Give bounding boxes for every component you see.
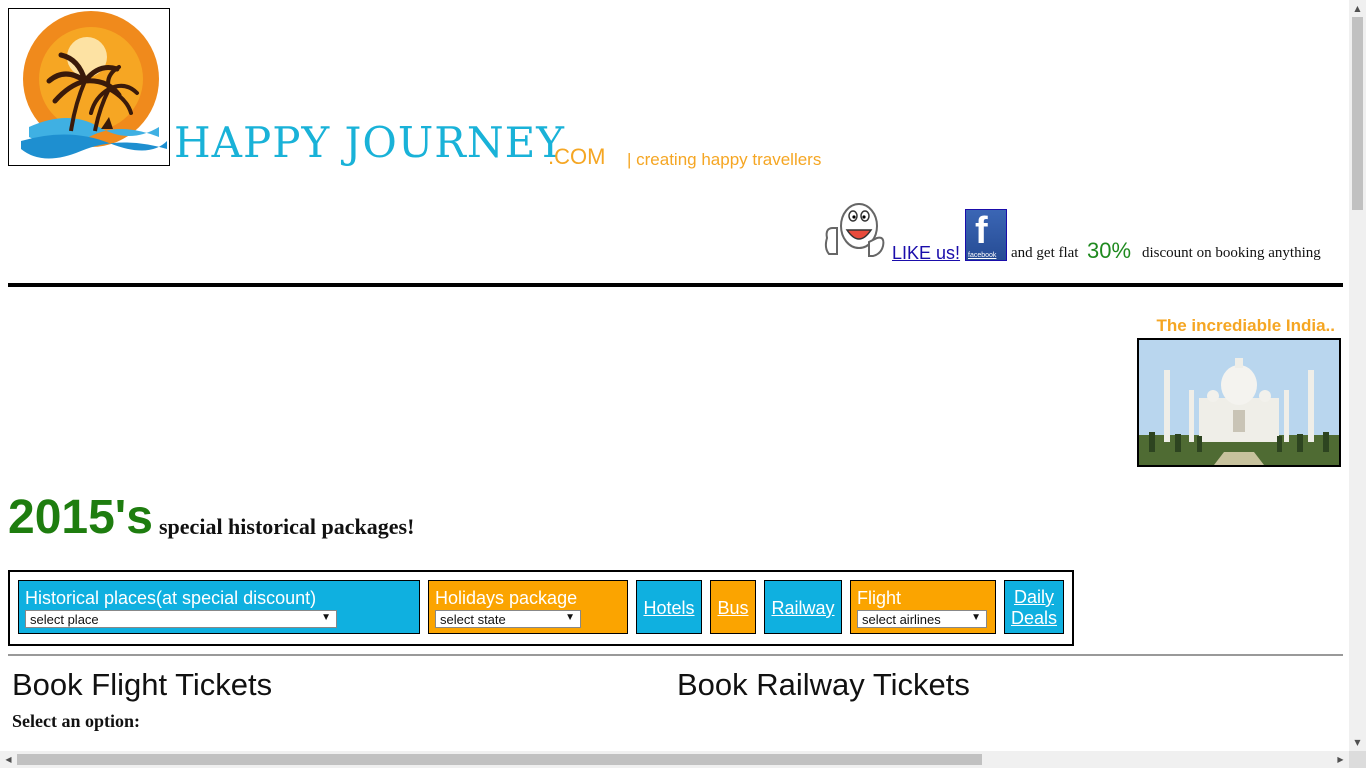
chevron-down-icon: ▼: [321, 612, 331, 623]
facebook-icon[interactable]: f facebook: [965, 209, 1007, 261]
scroll-left-arrow-icon[interactable]: ◀: [0, 751, 17, 768]
feature-title: The incrediable India..: [1156, 316, 1335, 335]
scroll-right-arrow-icon[interactable]: ▶: [1332, 751, 1349, 768]
select-option-label: Select an option:: [12, 711, 140, 731]
nav-historical-label: Historical places(at special discount): [25, 588, 317, 608]
nav-flight: Flight select airlines ▼: [850, 580, 996, 634]
chevron-down-icon: ▼: [971, 612, 981, 623]
promo-year: 2015's: [8, 491, 153, 544]
hotels-link[interactable]: Hotels: [637, 598, 701, 619]
nav-flight-label: Flight: [857, 588, 902, 608]
page: HAPPY JOURNEY .COM | creating happy trav…: [0, 0, 1349, 751]
facebook-promo: LIKE us! f facebook and get flat 30% dis…: [821, 198, 1341, 264]
daily-deals-link-line2[interactable]: Deals: [1005, 608, 1063, 629]
scrollbar-corner: [1349, 751, 1366, 768]
header-divider: [8, 283, 1343, 287]
flight-select-value: select airlines: [862, 612, 941, 627]
vertical-scrollbar[interactable]: ▲ ▼: [1349, 0, 1366, 751]
nav-bus[interactable]: Bus: [710, 580, 756, 634]
offer-discount: 30%: [1087, 238, 1132, 263]
horizontal-scroll-thumb[interactable]: [17, 754, 982, 765]
logo: [8, 8, 170, 166]
horizontal-scrollbar[interactable]: ◀ ▶: [0, 751, 1349, 768]
facebook-icon-label: facebook: [968, 252, 997, 259]
nav-hotels[interactable]: Hotels: [636, 580, 702, 634]
holidays-select-value: select state: [440, 612, 506, 627]
nav-railway[interactable]: Railway: [764, 580, 842, 634]
taj-mahal-image: [1137, 338, 1341, 467]
railway-link[interactable]: Railway: [765, 598, 841, 619]
bus-link[interactable]: Bus: [711, 598, 755, 619]
promo-subtitle: special historical packages!: [159, 514, 415, 539]
like-us-link[interactable]: LIKE us!: [892, 243, 960, 264]
nav-historical-places: Historical places(at special discount) s…: [18, 580, 420, 634]
daily-deals-link-line1[interactable]: Daily: [1005, 587, 1063, 608]
chevron-down-icon: ▼: [565, 612, 575, 623]
nav-daily-deals[interactable]: Daily Deals: [1004, 580, 1064, 634]
section-divider: [8, 654, 1343, 656]
scroll-up-arrow-icon[interactable]: ▲: [1349, 0, 1366, 17]
vertical-scroll-thumb[interactable]: [1352, 17, 1363, 210]
offer-text-before: and get flat: [1011, 245, 1079, 261]
brand-title: HAPPY JOURNEY: [174, 118, 565, 167]
nav-holidays-label: Holidays package: [435, 588, 578, 608]
brand-tagline: | creating happy travellers: [627, 150, 822, 169]
nav-holidays-package: Holidays package select state ▼: [428, 580, 628, 634]
airline-select[interactable]: select airlines ▼: [857, 610, 987, 628]
holiday-state-select[interactable]: select state ▼: [435, 610, 581, 628]
thumbs-up-smiley-icon: [824, 203, 885, 257]
category-nav: Historical places(at special discount) s…: [8, 570, 1074, 646]
flight-section-heading: Book Flight Tickets: [12, 667, 273, 702]
historical-select-value: select place: [30, 612, 99, 627]
offer-text-after: discount on booking anything: [1142, 245, 1321, 261]
rail-section-heading: Book Railway Tickets: [677, 667, 970, 702]
scroll-down-arrow-icon[interactable]: ▼: [1349, 734, 1366, 751]
sun-palm-logo-icon: [21, 11, 167, 159]
historical-place-select[interactable]: select place ▼: [25, 610, 337, 628]
brand-domain: .COM: [548, 144, 606, 169]
facebook-f-glyph: f: [975, 210, 988, 252]
taj-mahal-icon: [1139, 340, 1339, 465]
